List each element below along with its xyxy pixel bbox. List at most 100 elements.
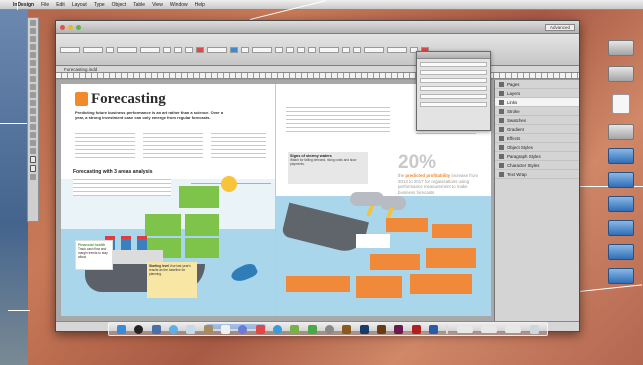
subhead-body[interactable] (73, 176, 171, 196)
align-left-icon[interactable] (286, 46, 294, 53)
contacts-icon[interactable] (203, 324, 213, 334)
system-preferences-icon[interactable] (325, 324, 335, 334)
panel-item-paragraph-styles[interactable]: Paragraph Styles (495, 152, 579, 161)
gradient-tool-icon[interactable] (30, 116, 36, 122)
left-page[interactable]: Forecasting Predicting future business p… (61, 84, 276, 316)
fit-frame-icon[interactable] (353, 46, 361, 53)
app-store-icon[interactable] (273, 324, 283, 334)
align-center-icon[interactable] (297, 46, 305, 53)
page-tool-icon[interactable] (30, 36, 36, 42)
panel-item-links[interactable]: Links (495, 98, 579, 107)
section-heading[interactable]: Forecasting with 3 areas analysis (73, 169, 152, 175)
window-minimized-icon[interactable] (505, 325, 522, 333)
x-position-field[interactable] (60, 46, 80, 53)
shear-icon[interactable] (174, 46, 182, 53)
stroke-color-swatch[interactable] (230, 46, 238, 53)
note-tool-icon[interactable] (30, 124, 36, 130)
height-field[interactable] (140, 46, 160, 53)
reference-point-field[interactable] (319, 46, 339, 53)
menu-file[interactable]: File (41, 2, 49, 8)
indesign-icon[interactable] (394, 324, 404, 334)
percent-caption[interactable]: the predicted profitability increase fro… (398, 173, 486, 195)
floating-panel-row[interactable] (420, 78, 487, 83)
zoom-icon[interactable] (76, 24, 81, 30)
body-column-3[interactable] (211, 130, 266, 160)
constrain-icon[interactable] (106, 46, 114, 53)
horizontal-ruler[interactable] (56, 73, 579, 79)
hand-tool-icon[interactable] (30, 140, 36, 146)
folder-icon[interactable] (608, 220, 634, 236)
floating-panel-row[interactable] (420, 86, 487, 91)
panel-item-text-wrap[interactable]: Text Wrap (495, 170, 579, 179)
line-tool-icon[interactable] (30, 60, 36, 66)
downloads-stack-icon[interactable] (456, 325, 473, 333)
illustrator-icon[interactable] (377, 324, 387, 334)
intro-text[interactable]: Predicting future business performance i… (75, 110, 225, 120)
hard-drive-icon[interactable] (608, 40, 634, 56)
floating-panel-row[interactable] (420, 94, 487, 99)
page-title[interactable]: Forecasting (91, 91, 166, 108)
bridge-icon[interactable] (342, 324, 352, 334)
panel-item-stroke[interactable]: Stroke (495, 107, 579, 116)
facetime-icon[interactable] (307, 324, 317, 334)
folder-icon[interactable] (608, 196, 634, 212)
documents-stack-icon[interactable] (481, 325, 498, 333)
green-info-box-2[interactable] (145, 214, 181, 236)
folder-icon[interactable] (608, 244, 634, 260)
mail-icon[interactable] (186, 324, 196, 334)
orange-note-1[interactable] (386, 218, 428, 232)
menu-table[interactable]: Table (133, 2, 145, 8)
mission-control-icon[interactable] (151, 324, 161, 334)
workspace-switcher[interactable]: Advanced (544, 23, 575, 31)
acrobat-icon[interactable] (411, 324, 421, 334)
fill-color-swatch[interactable] (196, 46, 204, 53)
type-tool-icon[interactable] (30, 52, 36, 58)
direct-selection-tool-icon[interactable] (30, 28, 36, 34)
orange-note-2[interactable] (432, 224, 472, 238)
menu-window[interactable]: Window (170, 2, 188, 8)
floating-panel[interactable] (416, 51, 491, 131)
folder-icon[interactable] (608, 172, 634, 188)
body-column-2[interactable] (143, 130, 203, 160)
rectangle-tool-icon[interactable] (30, 92, 36, 98)
panel-item-swatches[interactable]: Swatches (495, 116, 579, 125)
orange-note-4[interactable] (426, 248, 476, 268)
floating-panel-row[interactable] (420, 62, 487, 67)
rotate-icon[interactable] (163, 46, 171, 53)
word-icon[interactable] (429, 324, 439, 334)
fill-stroke-swatch[interactable] (30, 156, 36, 163)
floating-panel-row[interactable] (420, 102, 487, 107)
wrap-icon[interactable] (342, 46, 350, 53)
safari-icon[interactable] (169, 324, 179, 334)
dashboard-icon[interactable] (134, 324, 144, 334)
menu-view[interactable]: View (152, 2, 163, 8)
right-body-text[interactable] (286, 104, 390, 134)
width-field[interactable] (117, 46, 137, 53)
green-info-box-3[interactable] (185, 214, 219, 236)
finder-icon[interactable] (117, 324, 127, 334)
panel-item-pages[interactable]: Pages (495, 80, 579, 89)
photo-icon[interactable] (255, 324, 265, 334)
body-column-1[interactable] (75, 130, 135, 160)
menu-layout[interactable]: Layout (72, 2, 87, 8)
panel-item-character-styles[interactable]: Character Styles (495, 161, 579, 170)
hard-drive-icon[interactable] (608, 124, 634, 140)
menu-object[interactable]: Object (112, 2, 126, 8)
rectangle-frame-tool-icon[interactable] (30, 84, 36, 90)
orange-note-6[interactable] (356, 276, 402, 298)
free-transform-tool-icon[interactable] (30, 108, 36, 114)
panel-item-object-styles[interactable]: Object Styles (495, 143, 579, 152)
panel-item-layers[interactable]: Layers (495, 89, 579, 98)
pencil-tool-icon[interactable] (30, 76, 36, 82)
floating-panel-row[interactable] (420, 70, 487, 75)
eyedropper-tool-icon[interactable] (30, 132, 36, 138)
itunes-icon[interactable] (238, 324, 248, 334)
folder-icon[interactable] (608, 268, 634, 284)
white-caption-box[interactable] (356, 234, 390, 248)
close-icon[interactable] (60, 24, 65, 30)
preview-mode-icon[interactable] (30, 174, 36, 180)
scale-y-field[interactable] (387, 46, 407, 53)
trash-icon[interactable] (529, 324, 539, 334)
scissors-tool-icon[interactable] (30, 100, 36, 106)
starting-level-box[interactable]: Starting level Use last year's results a… (147, 262, 197, 298)
